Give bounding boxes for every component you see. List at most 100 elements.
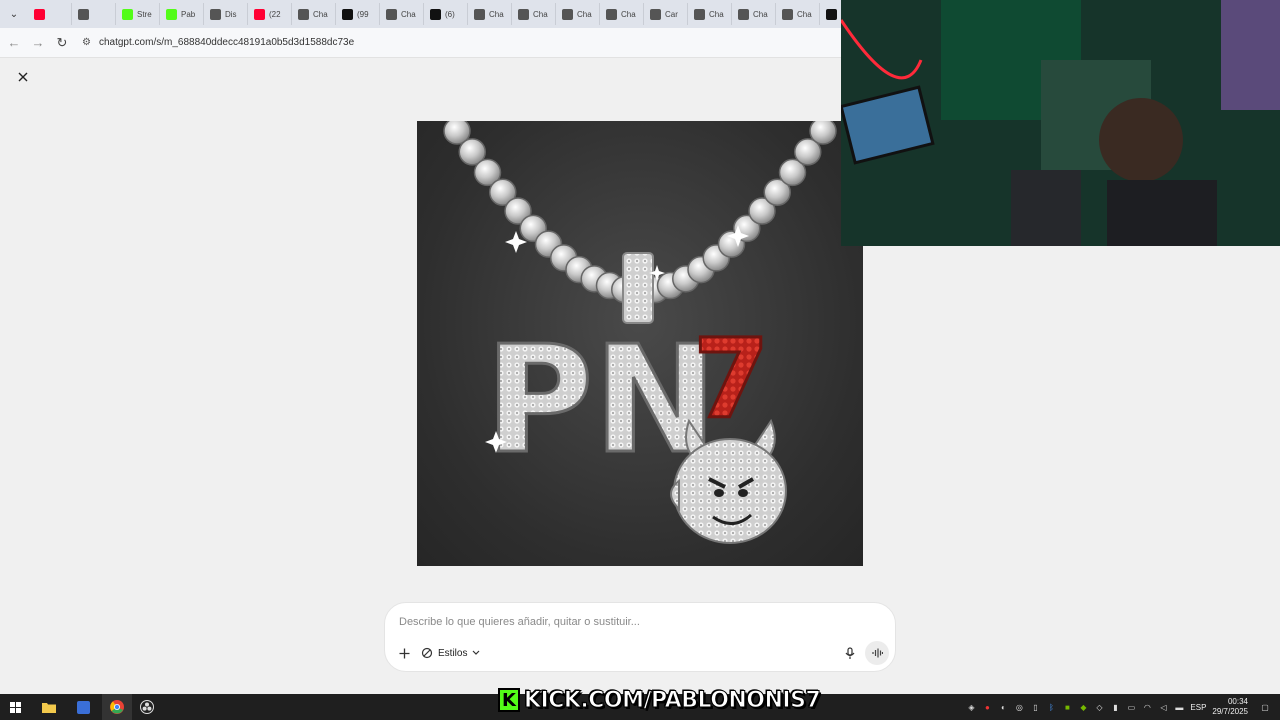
obs-taskbar-button[interactable] (132, 694, 162, 720)
tab-search-button[interactable]: ⌄ (4, 4, 24, 24)
volume-icon[interactable]: ◁ (1158, 702, 1168, 712)
chevron-down-icon (473, 650, 480, 655)
mic-tray-icon[interactable]: ▮ (1110, 702, 1120, 712)
edit-composer: Estilos (384, 602, 896, 672)
tab-title: Stre (137, 9, 152, 19)
taskbar-app-button[interactable] (68, 694, 98, 720)
chatgpt-icon (562, 8, 573, 20)
close-icon (18, 72, 28, 82)
devil-head (670, 418, 787, 544)
pendant-letters: PN (485, 314, 717, 486)
pendant-artwork: PN 7 (443, 121, 837, 544)
microphone-muted-icon[interactable]: ● (982, 702, 992, 712)
site-settings-icon[interactable]: ⚙ (82, 37, 91, 48)
tab-title: Pab (181, 9, 196, 19)
browser-tab[interactable]: Cha (468, 3, 512, 25)
browser-tab[interactable]: Cha (512, 3, 556, 25)
tab-title: (99 (357, 9, 369, 19)
browser-tab[interactable] (28, 3, 72, 25)
x-icon (430, 8, 441, 20)
chatgpt-icon (606, 8, 617, 20)
stream-url-overlay: K KICK.COM/PABLONONIS7 (498, 684, 821, 716)
clock-time: 00:34 (1227, 697, 1248, 706)
webcam-overlay (841, 0, 1280, 246)
youtube-icon (34, 8, 45, 20)
notifications-icon[interactable]: ▢ (1260, 702, 1270, 712)
bluetooth-icon[interactable]: ᛒ (1046, 702, 1056, 712)
browser-tab[interactable]: Cha (732, 3, 776, 25)
tab-title: Cha (313, 9, 328, 19)
browser-tab[interactable]: Cha (380, 3, 424, 25)
voice-mode-button[interactable] (865, 641, 889, 665)
youtube-icon (254, 8, 265, 20)
browser-tab[interactable]: (22 (248, 3, 292, 25)
tab-title: Dis (225, 9, 237, 19)
add-attachment-button[interactable] (395, 644, 413, 662)
chatgpt-icon (782, 8, 793, 20)
tab-title: (6) (445, 9, 455, 19)
tab-title: (22 (269, 9, 281, 19)
start-button[interactable] (0, 694, 30, 720)
wifi-icon[interactable]: ◠ (1142, 702, 1152, 712)
tab-title: Car (665, 9, 678, 19)
clipboard-icon[interactable]: ▯ (1030, 702, 1040, 712)
generated-image: PN 7 (417, 121, 863, 566)
nvidia-icon[interactable]: ◆ (1078, 702, 1088, 712)
pendant-number: 7 (693, 315, 770, 443)
browser-tab[interactable]: Pab (160, 3, 204, 25)
chrome-icon (110, 700, 124, 714)
chrome-taskbar-button[interactable] (102, 694, 132, 720)
browser-tab[interactable]: Cha (600, 3, 644, 25)
language-indicator[interactable]: ESP (1190, 703, 1206, 712)
obs-icon (140, 700, 154, 714)
speaker-icon (78, 8, 89, 20)
pendant-bail (622, 252, 654, 324)
address-bar[interactable]: chatgpt.com/s/m_688840ddecc48191a0b5d3d1… (99, 37, 354, 48)
app-tray-icon[interactable]: ◐ (998, 702, 1008, 712)
tab-title: Cha (753, 9, 768, 19)
browser-tab[interactable]: Dis (204, 3, 248, 25)
browser-tab[interactable] (72, 3, 116, 25)
tab-title: Cha (621, 9, 636, 19)
gpu-icon[interactable]: ■ (1062, 702, 1072, 712)
browser-tab[interactable]: (99 (336, 3, 380, 25)
tab-title: Cha (401, 9, 416, 19)
back-button[interactable]: ← (2, 31, 26, 55)
browser-tab[interactable]: Cha (292, 3, 336, 25)
chatgpt-icon (298, 8, 309, 20)
reload-button[interactable]: ↻ (50, 31, 74, 55)
tab-title: Cha (533, 9, 548, 19)
chatgpt-icon (210, 8, 221, 20)
security-icon[interactable]: ◎ (1014, 702, 1024, 712)
shield-icon[interactable]: ◇ (1094, 702, 1104, 712)
kick-icon (166, 8, 177, 20)
webcam-scene (841, 0, 1280, 246)
browser-tab[interactable]: Car (644, 3, 688, 25)
dictate-button[interactable] (841, 644, 859, 662)
network-icon[interactable]: ◈ (966, 702, 976, 712)
browser-tab[interactable]: Stre (116, 3, 160, 25)
battery-icon[interactable]: ▬ (1174, 702, 1184, 712)
chatgpt-icon (474, 8, 485, 20)
styles-button[interactable]: Estilos (421, 644, 480, 662)
forward-button[interactable]: → (26, 31, 50, 55)
tab-title: Cha (797, 9, 812, 19)
tab-list: Stre Pab Dis (22 Cha (99 Cha (6) Cha Cha Cha Cha Car… (28, 3, 908, 25)
app-icon (76, 700, 90, 714)
styles-label: Estilos (438, 647, 468, 659)
chatgpt-icon (386, 8, 397, 20)
windows-logo-icon (9, 701, 21, 713)
browser-tab[interactable]: Cha (556, 3, 600, 25)
browser-tab[interactable]: (6) (424, 3, 468, 25)
tab-title: Cha (709, 9, 724, 19)
display-icon[interactable]: ▭ (1126, 702, 1136, 712)
close-button[interactable] (14, 68, 32, 86)
stream-url-text: KICK.COM/PABLONONIS7 (523, 687, 821, 713)
tab-title: Cha (489, 9, 504, 19)
file-explorer-button[interactable] (34, 694, 64, 720)
taskbar-clock[interactable]: 00:34 29/7/2025 (1212, 697, 1248, 717)
chatgpt-icon (518, 8, 529, 20)
edit-prompt-input[interactable] (399, 616, 819, 628)
browser-tab[interactable]: Cha (776, 3, 820, 25)
browser-tab[interactable]: Cha (688, 3, 732, 25)
